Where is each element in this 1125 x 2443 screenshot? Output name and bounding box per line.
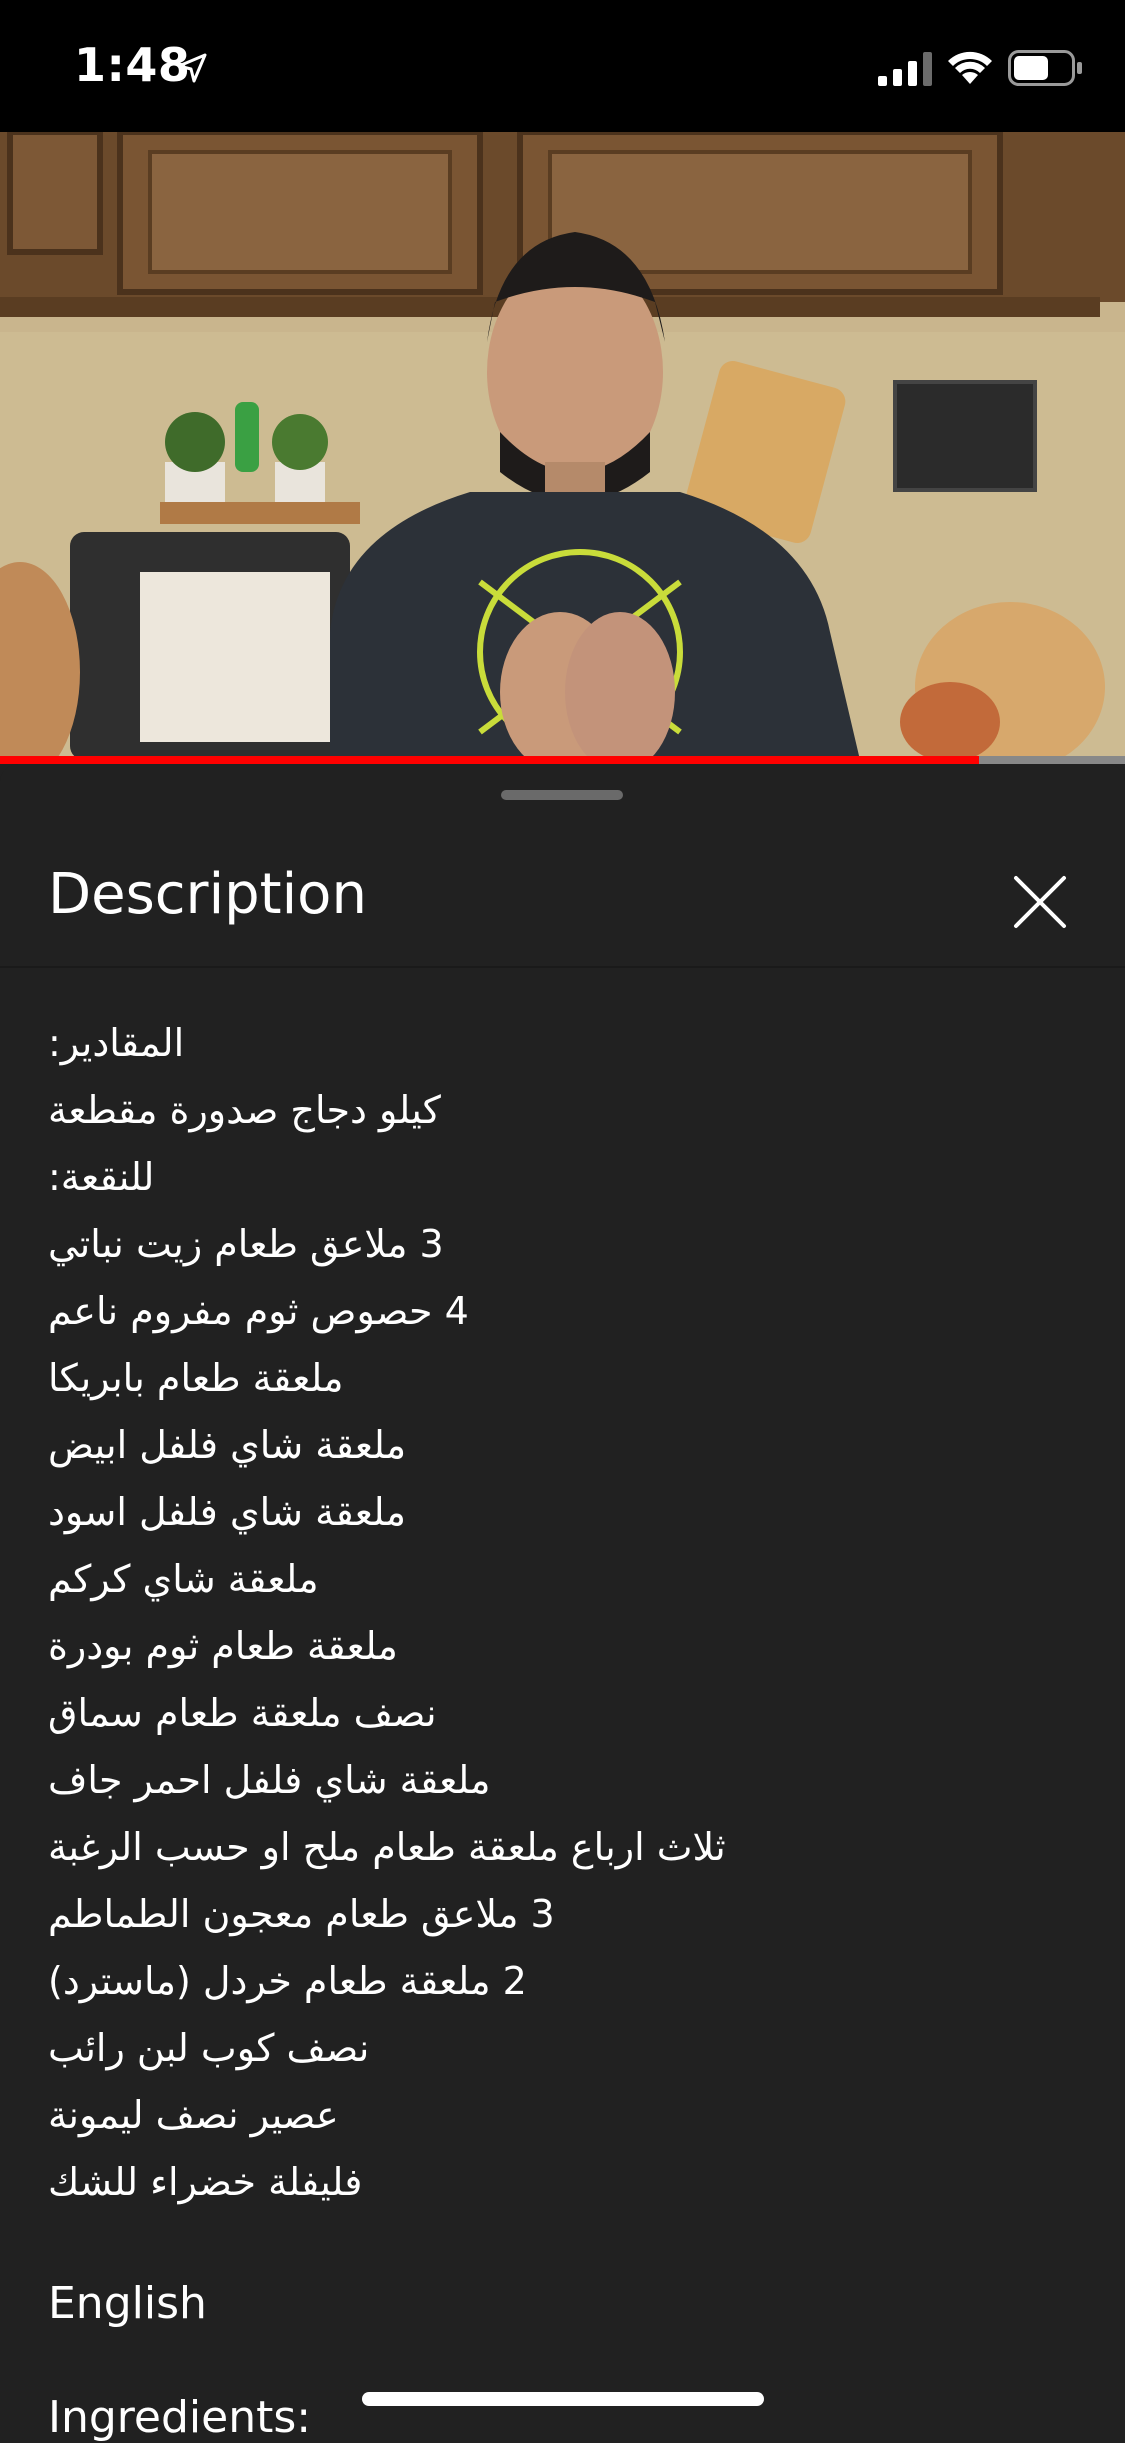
video-frame (0, 132, 1125, 760)
description-line: 4 حصوص ثوم مفروم ناعم (48, 1278, 1078, 1345)
description-line-text: نصف ملعقة طعام سماق (48, 1691, 437, 1735)
status-time: 1:48 (74, 38, 191, 92)
description-line-text: ملعقة طعام بابريكا (48, 1356, 344, 1400)
description-line: 3 ملاعق طعام زيت نباتي (48, 1211, 1078, 1278)
description-line: ثلاث ارباع ملعقة طعام ملح او حسب الرغبة (48, 1814, 1078, 1881)
sheet-title: Description (48, 862, 367, 927)
video-progress-bar[interactable] (0, 756, 1125, 764)
description-english-heading: English (48, 2278, 207, 2329)
description-text: المقادير: كيلو دجاج صدورة مقطعة للنقعة: 3 م… (48, 1010, 1078, 2216)
description-line: المقادير: (48, 1010, 1078, 1077)
description-line-text: ملعقة شاي فلفل اسود (48, 1490, 406, 1534)
description-line-text: نصف كوب لبن رائب (48, 2026, 370, 2070)
location-arrow-icon (177, 53, 207, 83)
description-line: ملعقة شاي كركم (48, 1546, 1078, 1613)
description-line-text: ملعقة شاي كركم (48, 1557, 319, 1601)
sheet-header: Description (0, 824, 1125, 964)
description-ingredients-heading: Ingredients: (48, 2392, 312, 2443)
description-line-text: المقادير: (48, 1021, 185, 1065)
sheet-drag-handle[interactable] (501, 790, 623, 800)
wifi-icon (948, 51, 992, 84)
description-line: ملعقة شاي فلفل اسود (48, 1479, 1078, 1546)
description-line-text: 4 حصوص ثوم مفروم ناعم (48, 1289, 469, 1333)
description-line-text: كيلو دجاج صدورة مقطعة (48, 1088, 441, 1132)
description-line: للنقعة: (48, 1144, 1078, 1211)
description-line-text: ثلاث ارباع ملعقة طعام ملح او حسب الرغبة (48, 1825, 726, 1869)
status-bar: 1:48 (0, 0, 1125, 132)
description-line-text: عصير نصف ليمونة (48, 2093, 339, 2137)
description-line-text: 2 ملعقة طعام خردل (ماسترد) (48, 1959, 527, 2003)
description-line: نصف ملعقة طعام سماق (48, 1680, 1078, 1747)
home-indicator (362, 2392, 764, 2406)
description-line: 2 ملعقة طعام خردل (ماسترد) (48, 1948, 1078, 2015)
description-line: كيلو دجاج صدورة مقطعة (48, 1077, 1078, 1144)
description-line: عصير نصف ليمونة (48, 2082, 1078, 2149)
description-line: ملعقة طعام ثوم بودرة (48, 1613, 1078, 1680)
header-divider (0, 966, 1125, 968)
description-line: فليفلة خضراء للشك (48, 2149, 1078, 2216)
description-line-text: 3 ملاعق طعام معجون الطماطم (48, 1892, 555, 1936)
battery-icon (1008, 50, 1082, 86)
description-line-text: ملعقة شاي فلفل ابيض (48, 1423, 407, 1467)
description-line-text: ملعقة شاي فلفل احمر جاف (48, 1758, 491, 1802)
description-line-text: فليفلة خضراء للشك (48, 2160, 363, 2204)
description-line-text: 3 ملاعق طعام زيت نباتي (48, 1222, 444, 1266)
description-line-text: للنقعة: (48, 1155, 155, 1199)
cellular-signal-icon (878, 52, 932, 86)
description-line: نصف كوب لبن رائب (48, 2015, 1078, 2082)
video-player[interactable] (0, 132, 1125, 760)
description-line: ملعقة طعام بابريكا (48, 1345, 1078, 1412)
description-sheet: Description المقادير: كيلو دجاج صدورة مقط… (0, 764, 1125, 2443)
description-line: ملعقة شاي فلفل احمر جاف (48, 1747, 1078, 1814)
video-progress-fill (0, 756, 979, 764)
description-line: ملعقة شاي فلفل ابيض (48, 1412, 1078, 1479)
close-icon[interactable] (1002, 864, 1078, 940)
description-line-text: ملعقة طعام ثوم بودرة (48, 1624, 398, 1668)
description-line: 3 ملاعق طعام معجون الطماطم (48, 1881, 1078, 1948)
